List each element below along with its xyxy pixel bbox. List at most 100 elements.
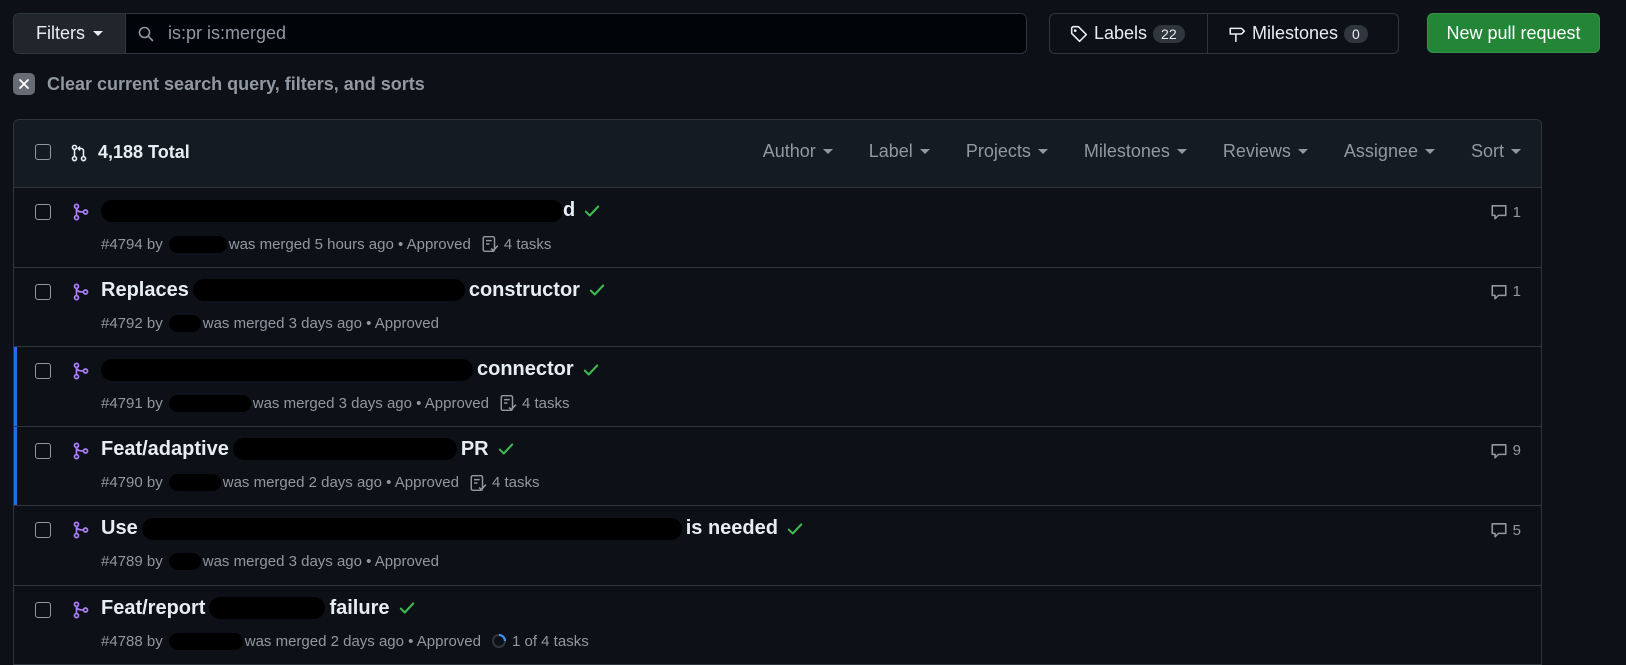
pr-title-link[interactable]: d (101, 199, 601, 222)
pr-meta: #4794 by was merged 5 hours ago • Approv… (101, 235, 551, 253)
label-menu[interactable]: Label (869, 141, 930, 162)
pr-merged-time: was merged 3 days ago (202, 314, 362, 332)
labels-count: 22 (1153, 24, 1185, 43)
row-checkbox[interactable] (35, 204, 51, 220)
pr-number: #4788 by (101, 632, 163, 650)
pr-title-end: d (563, 199, 576, 221)
pr-merged-time: was merged 3 days ago (252, 394, 412, 412)
comment-icon (1491, 523, 1507, 538)
sort-menu-label: Sort (1470, 141, 1504, 161)
pr-title-end: PR (460, 437, 489, 460)
redacted-text (141, 517, 682, 540)
task-progress[interactable]: 1 of 4 tasks (491, 633, 589, 650)
pull-request-list: 4,188 Total Author Label Projects Milest… (13, 119, 1542, 665)
pr-title-link[interactable]: Replaces constructor (101, 279, 606, 302)
row-checkbox[interactable] (35, 363, 51, 379)
chevron-down-icon (1511, 149, 1521, 154)
comment-count: 1 (1512, 203, 1521, 221)
pull-request-icon (71, 144, 87, 161)
tag-icon (1070, 25, 1088, 42)
pr-review-status: • Approved (398, 235, 471, 253)
milestone-icon (1229, 27, 1246, 42)
pr-title-end: failure (329, 596, 390, 619)
search-icon (138, 26, 154, 41)
pr-title-link[interactable]: Use is needed (101, 517, 804, 540)
tasklist-icon (482, 235, 499, 253)
pr-title-end: constructor (468, 278, 580, 301)
pr-number: #4789 by (101, 553, 163, 570)
clear-filters-link[interactable]: Clear current search query, filters, and… (13, 73, 425, 95)
select-all-checkbox[interactable] (35, 144, 51, 160)
milestones-menu[interactable]: Milestones (1084, 141, 1187, 162)
pr-title-link[interactable]: Feat/adaptive PR (101, 438, 515, 461)
label-menu-label: Label (868, 141, 913, 161)
tasklist-icon (470, 474, 487, 491)
clear-filters-label: Clear current search query, filters, and… (47, 73, 425, 94)
pr-title-link[interactable]: Feat/report failure (101, 597, 416, 620)
task-progress-label: 1 of 4 tasks (511, 632, 589, 650)
assignee-menu[interactable]: Assignee (1344, 141, 1435, 162)
milestones-link[interactable]: Milestones 0 (1207, 14, 1398, 53)
close-icon (13, 73, 35, 95)
pr-title-link[interactable]: connector (101, 358, 600, 381)
row-checkbox[interactable] (35, 283, 51, 300)
search-box[interactable] (126, 14, 1026, 53)
comment-icon (1491, 284, 1507, 300)
comment-icon (1491, 443, 1507, 459)
list-filter-menus: Author Label Projects Milestones Reviews… (727, 141, 1521, 162)
redacted-author (168, 394, 251, 412)
reviews-menu[interactable]: Reviews (1223, 141, 1308, 162)
comments-link[interactable]: 5 (1490, 521, 1521, 539)
chevron-down-icon (1037, 149, 1048, 154)
pr-title-end: is needed (685, 517, 778, 539)
sort-menu[interactable]: Sort (1471, 141, 1521, 162)
row-checkbox[interactable] (35, 601, 51, 618)
chevron-down-icon (1297, 149, 1308, 154)
projects-menu[interactable]: Projects (966, 141, 1048, 162)
filters-label: Filters (36, 23, 85, 43)
chevron-down-icon (93, 31, 103, 36)
comments-link[interactable]: 1 (1490, 283, 1521, 301)
merged-icon (73, 283, 89, 300)
labels-link[interactable]: Labels 22 (1050, 14, 1207, 53)
pr-meta: #4789 by was merged 3 days ago • Approve… (101, 553, 439, 570)
pr-meta: #4791 by was merged 3 days ago • Approve… (101, 394, 570, 412)
chevron-down-icon (1176, 149, 1187, 154)
pr-title-end: connector (477, 358, 574, 380)
pr-title-start: Use (101, 517, 138, 539)
pr-review-status: • Approved (408, 632, 481, 650)
new-pull-request-button[interactable]: New pull request (1427, 13, 1600, 53)
task-progress[interactable]: 4 tasks (499, 394, 570, 412)
redacted-text (192, 279, 465, 301)
task-progress[interactable]: 4 tasks (469, 474, 540, 492)
tasklist-icon (500, 394, 517, 412)
list-item: Feat/report failure #4788 by was merged … (14, 586, 1541, 665)
pr-number: #4792 by (101, 314, 163, 332)
check-icon (399, 602, 414, 614)
task-progress-label: 4 tasks (521, 394, 570, 412)
check-icon (787, 522, 803, 535)
task-progress[interactable]: 4 tasks (481, 235, 551, 253)
pr-review-status: • Approved (366, 553, 439, 570)
filters-button[interactable]: Filters (14, 14, 126, 53)
redacted-text (101, 199, 563, 222)
pr-title-start: Feat/report (101, 596, 206, 619)
merged-icon (73, 442, 89, 459)
row-checkbox[interactable] (35, 522, 51, 538)
pr-meta: #4792 by was merged 3 days ago • Approve… (101, 314, 439, 332)
redacted-text (232, 438, 457, 460)
author-menu[interactable]: Author (763, 141, 833, 162)
list-item: Replaces constructor #4792 by was merged… (14, 268, 1541, 347)
merged-icon (73, 362, 89, 380)
milestones-label: Milestones (1252, 23, 1339, 43)
search-input[interactable] (168, 23, 968, 44)
progress-circle-icon (491, 634, 506, 648)
comment-icon (1491, 205, 1507, 220)
pr-title-start: Replaces (101, 278, 189, 301)
comments-link[interactable]: 1 (1490, 203, 1521, 221)
check-icon (585, 204, 600, 217)
comments-link[interactable]: 9 (1490, 442, 1521, 460)
redacted-author (168, 553, 201, 570)
author-menu-label: Author (762, 141, 816, 161)
row-checkbox[interactable] (35, 442, 51, 459)
